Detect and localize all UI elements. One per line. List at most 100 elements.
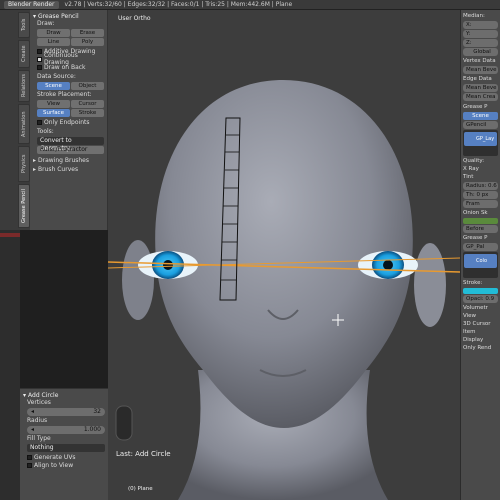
radius-field[interactable]: Radius: 0.6	[463, 182, 498, 190]
panel-title: Brush Curves	[38, 166, 79, 173]
quality-label: Quality:	[463, 158, 485, 164]
3d-viewport[interactable]: User Ortho Last: Add Circle (0) Plane	[108, 10, 460, 500]
active-object-label: (0) Plane	[128, 486, 153, 492]
checkbox-label: Draw on Back	[44, 63, 86, 71]
opacity-field[interactable]: Opaci: 0.9	[463, 295, 498, 303]
left-ear	[122, 240, 154, 320]
vertices-value: 32	[93, 408, 101, 415]
radius-field[interactable]: ◂ 1.000	[27, 426, 105, 434]
tools-label: Tools:	[37, 128, 54, 135]
scene-stats: v2.78 | Verts:32/60 | Edges:32/32 | Face…	[64, 1, 293, 8]
only-render-checkbox[interactable]: Only Rend	[463, 344, 498, 352]
toolshelf-tabs: Tools Create Relations Animation Physics…	[0, 10, 30, 230]
global-button[interactable]: Global	[463, 48, 498, 56]
median-z-field[interactable]: Z:	[463, 39, 498, 47]
properties-region: Median: X: Y: Z: Global Vertex Data Mean…	[460, 10, 500, 500]
mouse-hint-icon	[115, 405, 133, 441]
placement-cursor-button[interactable]: Cursor	[71, 100, 104, 108]
thickness-field[interactable]: Th: 0 px	[463, 191, 498, 199]
median-x-field[interactable]: X:	[463, 21, 498, 29]
panel-title: Grease Pencil	[38, 12, 79, 20]
grease-pencil-panel-header[interactable]: ▾ Grease Pencil	[33, 12, 104, 20]
display-panel[interactable]: Display	[463, 336, 498, 344]
3d-cursor-panel[interactable]: 3D Cursor	[463, 320, 498, 328]
grease-pencil-panel-title[interactable]: Grease P	[463, 103, 498, 111]
color-item[interactable]: Colo	[464, 254, 497, 268]
tab-grease-pencil[interactable]: Grease Pencil	[18, 184, 30, 228]
expand-triangle-icon: ▾	[33, 12, 37, 20]
vertex-data-label: Vertex Data	[463, 58, 496, 64]
edge-data-label: Edge Data	[463, 76, 492, 82]
redo-panel-header[interactable]: ▾ Add Circle	[23, 391, 105, 399]
data-source-scene-button[interactable]: Scene	[37, 82, 70, 90]
xray-checkbox[interactable]: X Ray	[463, 165, 498, 173]
line-button[interactable]: Line	[37, 38, 70, 46]
gp-palette-datablock[interactable]: GP_Pal	[463, 243, 498, 251]
convert-to-geometry-select[interactable]: Convert to Geometry...	[37, 137, 104, 152]
checkbox-icon	[37, 64, 42, 70]
scene-button[interactable]: Scene	[463, 112, 498, 120]
right-ear	[414, 243, 446, 327]
poly-button[interactable]: Poly	[71, 38, 104, 46]
checkbox-label: Align to View	[34, 461, 74, 469]
item-panel[interactable]: Item	[463, 328, 498, 336]
gpencil-datablock[interactable]: GPencil	[463, 121, 498, 129]
continuous-drawing-checkbox[interactable]: Continuous Drawing	[33, 52, 104, 66]
tab-animation[interactable]: Animation	[18, 104, 30, 144]
brush-curves-panel[interactable]: ▸ Brush Curves	[33, 165, 104, 174]
mean-crease-field[interactable]: Mean Crea	[463, 93, 498, 101]
tab-physics[interactable]: Physics	[18, 146, 30, 182]
render-engine-select[interactable]: Blender Render	[4, 0, 59, 9]
left-pupil	[163, 260, 173, 270]
data-source-label: Data Source:	[37, 73, 76, 80]
mean-bevel-field[interactable]: Mean Beve	[463, 66, 498, 74]
checkbox-icon	[27, 462, 32, 468]
checkbox-label: Generate UVs	[34, 453, 76, 461]
info-header: Blender Render v2.78 | Verts:32/60 | Edg…	[0, 0, 500, 10]
last-operator-text: Last: Add Circle	[116, 450, 171, 458]
tab-tools[interactable]: Tools	[18, 12, 30, 38]
radius-label: Radius	[27, 417, 48, 424]
arrow-left-icon: ◂	[31, 426, 35, 433]
gp-layer-item[interactable]: GP_Lay	[464, 132, 497, 146]
view-panel[interactable]: View	[463, 312, 498, 320]
viewport-canvas	[108, 80, 460, 500]
drawing-brushes-panel[interactable]: ▸ Drawing Brushes	[33, 156, 104, 165]
frame-field[interactable]: Fram	[463, 200, 498, 208]
placement-surface-button[interactable]: Surface	[37, 109, 70, 117]
viewport-view-label: User Ortho	[118, 15, 151, 22]
tab-relations[interactable]: Relations	[18, 70, 30, 102]
tab-create[interactable]: Create	[18, 40, 30, 68]
erase-button[interactable]: Erase	[71, 29, 104, 37]
expand-triangle-icon: ▾	[23, 391, 27, 399]
mean-bevel-edge-field[interactable]: Mean Beve	[463, 84, 498, 92]
only-endpoints-checkbox[interactable]: Only Endpoints	[33, 118, 104, 126]
grease-palette-title[interactable]: Grease P	[463, 234, 498, 242]
checkbox-label: Only Endpoints	[44, 118, 90, 126]
stroke-color-swatch[interactable]	[463, 288, 498, 294]
checkbox-icon	[37, 48, 42, 54]
generate-uvs-checkbox[interactable]: Generate UVs	[23, 453, 105, 461]
left-strip	[0, 230, 20, 500]
median-y-field[interactable]: Y:	[463, 30, 498, 38]
tint-label: Tint	[463, 174, 474, 180]
color-list: Colo	[463, 252, 498, 278]
volumetric-checkbox[interactable]: Volumetr	[463, 304, 498, 312]
placement-stroke-button[interactable]: Stroke	[71, 109, 104, 117]
fill-type-select[interactable]: Nothing	[27, 444, 105, 452]
onion-skin-checkbox[interactable]: Onion Sk	[463, 209, 498, 217]
align-to-view-checkbox[interactable]: Align to View	[23, 461, 105, 469]
onion-color-swatch[interactable]	[463, 218, 498, 224]
collapsed-triangle-icon: ▸	[33, 157, 37, 164]
placement-view-button[interactable]: View	[37, 100, 70, 108]
stroke-label: Stroke:	[463, 280, 483, 286]
ruler-protractor-button[interactable]: Ruler/Protractor	[37, 146, 104, 154]
draw-label: Draw:	[37, 20, 55, 27]
stroke-placement-label: Stroke Placement:	[37, 91, 92, 98]
tool-shelf: ▾ Grease Pencil Draw: Draw Erase Line Po…	[30, 10, 108, 230]
vertices-field[interactable]: ◂ 32	[27, 408, 105, 416]
checkbox-icon	[27, 454, 32, 460]
before-field[interactable]: Before	[463, 225, 498, 233]
data-source-object-button[interactable]: Object	[71, 82, 104, 90]
draw-button[interactable]: Draw	[37, 29, 70, 37]
